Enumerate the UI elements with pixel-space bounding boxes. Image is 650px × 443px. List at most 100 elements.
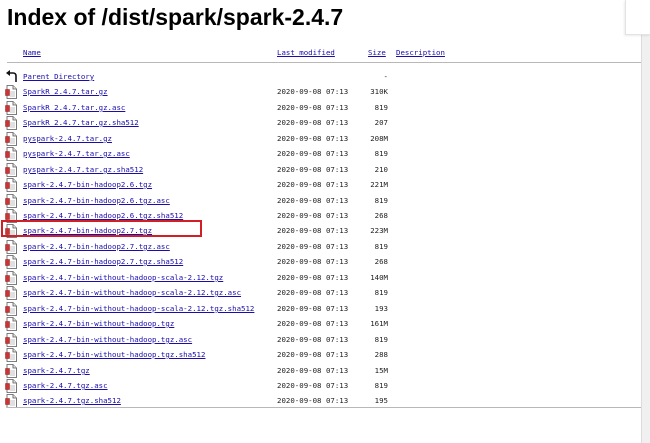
last-modified: 2020-09-08 07:13 bbox=[277, 226, 349, 235]
table-row: spark-2.4.7.tgz.asc 2020-09-08 07:13 819 bbox=[0, 379, 650, 393]
file-icon bbox=[5, 255, 18, 269]
last-modified: 2020-09-08 07:13 bbox=[277, 149, 349, 158]
file-icon bbox=[5, 132, 18, 146]
table-row: spark-2.4.7-bin-hadoop2.7.tgz.asc 2020-0… bbox=[0, 240, 650, 254]
file-icon bbox=[5, 286, 18, 300]
file-size: 223M bbox=[370, 226, 388, 235]
table-row: SparkR_2.4.7.tar.gz.asc 2020-09-08 07:13… bbox=[0, 101, 650, 115]
file-link[interactable]: SparkR_2.4.7.tar.gz.asc bbox=[23, 103, 125, 112]
file-icon bbox=[5, 348, 18, 362]
file-size: 140M bbox=[370, 273, 388, 282]
last-modified: 2020-09-08 07:13 bbox=[277, 366, 349, 375]
file-size: 210 bbox=[374, 165, 388, 174]
last-modified: 2020-09-08 07:13 bbox=[277, 350, 349, 359]
file-link[interactable]: SparkR_2.4.7.tar.gz bbox=[23, 87, 108, 96]
file-icon bbox=[5, 163, 18, 177]
file-link[interactable]: spark-2.4.7-bin-hadoop2.6.tgz.asc bbox=[23, 196, 170, 205]
table-row: spark-2.4.7-bin-hadoop2.7.tgz.sha512 202… bbox=[0, 255, 650, 269]
file-link[interactable]: spark-2.4.7-bin-hadoop2.6.tgz.sha512 bbox=[23, 211, 183, 220]
table-row: spark-2.4.7-bin-hadoop2.6.tgz.asc 2020-0… bbox=[0, 194, 650, 208]
file-icon bbox=[5, 271, 18, 285]
highlight-box bbox=[1, 220, 202, 237]
file-link[interactable]: spark-2.4.7.tgz.sha512 bbox=[23, 396, 121, 405]
file-link[interactable]: pyspark-2.4.7.tar.gz bbox=[23, 134, 112, 143]
file-size: 208M bbox=[370, 134, 388, 143]
last-modified: 2020-09-08 07:13 bbox=[277, 103, 349, 112]
last-modified: 2020-09-08 07:13 bbox=[277, 180, 349, 189]
last-modified: 2020-09-08 07:13 bbox=[277, 335, 349, 344]
file-link[interactable]: spark-2.4.7.tgz bbox=[23, 366, 90, 375]
file-icon bbox=[5, 317, 18, 331]
file-size: 819 bbox=[374, 242, 388, 251]
file-link[interactable]: spark-2.4.7-bin-without-hadoop-scala-2.1… bbox=[23, 288, 241, 297]
file-size: 221M bbox=[370, 180, 388, 189]
file-link[interactable]: spark-2.4.7-bin-without-hadoop-scala-2.1… bbox=[23, 273, 223, 282]
table-row: SparkR_2.4.7.tar.gz 2020-09-08 07:13 310… bbox=[0, 85, 650, 99]
last-modified: 2020-09-08 07:13 bbox=[277, 242, 349, 251]
last-modified: 2020-09-08 07:13 bbox=[277, 304, 349, 313]
table-row: SparkR_2.4.7.tar.gz.sha512 2020-09-08 07… bbox=[0, 116, 650, 130]
file-size: 819 bbox=[374, 335, 388, 344]
sort-by-last-modified-link[interactable]: Last modified bbox=[277, 48, 335, 57]
file-size: 819 bbox=[374, 103, 388, 112]
file-size: 15M bbox=[374, 366, 388, 375]
last-modified: 2020-09-08 07:13 bbox=[277, 87, 349, 96]
table-row: spark-2.4.7-bin-without-hadoop.tgz.asc 2… bbox=[0, 333, 650, 347]
table-row: spark-2.4.7-bin-without-hadoop-scala-2.1… bbox=[0, 302, 650, 316]
file-size: 819 bbox=[374, 196, 388, 205]
table-row: spark-2.4.7-bin-hadoop2.6.tgz 2020-09-08… bbox=[0, 178, 650, 192]
file-size: 819 bbox=[374, 149, 388, 158]
last-modified: 2020-09-08 07:13 bbox=[277, 118, 349, 127]
file-link[interactable]: pyspark-2.4.7.tar.gz.asc bbox=[23, 149, 130, 158]
file-link[interactable]: spark-2.4.7-bin-without-hadoop.tgz.sha51… bbox=[23, 350, 205, 359]
table-row: pyspark-2.4.7.tar.gz.sha512 2020-09-08 0… bbox=[0, 163, 650, 177]
table-row: spark-2.4.7-bin-without-hadoop.tgz.sha51… bbox=[0, 348, 650, 362]
sort-by-description-link[interactable]: Description bbox=[396, 48, 445, 57]
last-modified: 2020-09-08 07:13 bbox=[277, 319, 349, 328]
file-link[interactable]: spark-2.4.7-bin-hadoop2.7.tgz.sha512 bbox=[23, 257, 183, 266]
file-icon bbox=[5, 302, 18, 316]
file-size: 193 bbox=[374, 304, 388, 313]
table-row: spark-2.4.7.tgz.sha512 2020-09-08 07:13 … bbox=[0, 394, 650, 408]
file-link[interactable]: spark-2.4.7-bin-hadoop2.7.tgz.asc bbox=[23, 242, 170, 251]
file-size: 288 bbox=[374, 350, 388, 359]
table-row: spark-2.4.7.tgz 2020-09-08 07:13 15M bbox=[0, 364, 650, 378]
file-size: 268 bbox=[374, 211, 388, 220]
page-title: Index of /dist/spark/spark-2.4.7 bbox=[7, 4, 344, 30]
file-size: 207 bbox=[374, 118, 388, 127]
file-link[interactable]: spark-2.4.7-bin-hadoop2.6.tgz bbox=[23, 180, 152, 189]
back-icon bbox=[5, 70, 18, 84]
file-size: - bbox=[383, 72, 388, 81]
file-icon bbox=[5, 85, 18, 99]
file-size: 819 bbox=[374, 381, 388, 390]
file-icon bbox=[5, 101, 18, 115]
file-icon bbox=[5, 364, 18, 378]
footer-divider bbox=[7, 407, 643, 408]
last-modified: 2020-09-08 07:13 bbox=[277, 288, 349, 297]
file-link[interactable]: spark-2.4.7-bin-without-hadoop.tgz bbox=[23, 319, 174, 328]
file-link[interactable]: spark-2.4.7-bin-without-hadoop-scala-2.1… bbox=[23, 304, 254, 313]
file-link[interactable]: Parent Directory bbox=[23, 72, 94, 81]
file-link[interactable]: SparkR_2.4.7.tar.gz.sha512 bbox=[23, 118, 139, 127]
file-link[interactable]: spark-2.4.7-bin-without-hadoop.tgz.asc bbox=[23, 335, 192, 344]
last-modified: 2020-09-08 07:13 bbox=[277, 165, 349, 174]
file-size: 195 bbox=[374, 396, 388, 405]
header-divider bbox=[7, 62, 643, 63]
window-corner-panel bbox=[625, 0, 650, 35]
sort-by-name-link[interactable]: Name bbox=[23, 48, 41, 57]
window-scrollbar[interactable] bbox=[641, 0, 650, 443]
file-icon bbox=[5, 147, 18, 161]
last-modified: 2020-09-08 07:13 bbox=[277, 134, 349, 143]
last-modified: 2020-09-08 07:13 bbox=[277, 381, 349, 390]
file-size: 268 bbox=[374, 257, 388, 266]
sort-by-size-link[interactable]: Size bbox=[368, 48, 386, 57]
file-link[interactable]: spark-2.4.7.tgz.asc bbox=[23, 381, 108, 390]
table-row: pyspark-2.4.7.tar.gz.asc 2020-09-08 07:1… bbox=[0, 147, 650, 161]
last-modified: 2020-09-08 07:13 bbox=[277, 273, 349, 282]
file-link[interactable]: pyspark-2.4.7.tar.gz.sha512 bbox=[23, 165, 143, 174]
file-icon bbox=[5, 240, 18, 254]
file-size: 310K bbox=[370, 87, 388, 96]
file-icon bbox=[5, 116, 18, 130]
table-row: spark-2.4.7-bin-without-hadoop.tgz 2020-… bbox=[0, 317, 650, 331]
last-modified: 2020-09-08 07:13 bbox=[277, 211, 349, 220]
